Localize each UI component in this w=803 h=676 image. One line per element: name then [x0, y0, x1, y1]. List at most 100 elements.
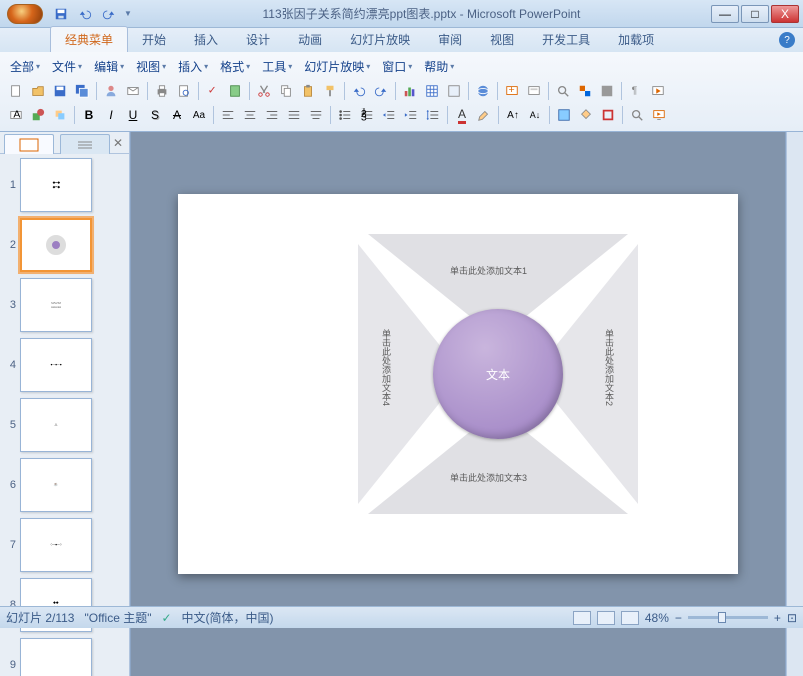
shapes-icon[interactable] — [28, 105, 48, 125]
diagram-label-left[interactable]: 单击此处添加文本4 — [380, 329, 393, 406]
underline-icon[interactable]: U — [123, 105, 143, 125]
fit-window-button[interactable]: ⊡ — [787, 611, 797, 625]
align-center-icon[interactable] — [240, 105, 260, 125]
table-icon[interactable] — [422, 81, 442, 101]
run-icon[interactable] — [648, 81, 668, 101]
zoom-level[interactable]: 48% — [645, 611, 669, 625]
layout-icon[interactable] — [524, 81, 544, 101]
tables-icon[interactable] — [444, 81, 464, 101]
outline-tab[interactable] — [60, 134, 110, 154]
italic-icon[interactable]: I — [101, 105, 121, 125]
thumbnail-slide[interactable]: ◆━◆◆━◆ — [20, 158, 92, 212]
font-color-icon[interactable]: A — [452, 105, 472, 125]
increase-font-icon[interactable]: A↑ — [503, 105, 523, 125]
new-slide-icon[interactable]: + — [502, 81, 522, 101]
show-hide-icon[interactable]: ¶ — [626, 81, 646, 101]
menu-insert[interactable]: 插入▾ — [174, 56, 212, 77]
slide-editor[interactable]: 单击此处添加文本1 单击此处添加文本3 单击此处添加文本4 单击此处添加文本2 … — [130, 132, 786, 676]
tab-view[interactable]: 视图 — [476, 27, 528, 52]
close-button[interactable]: X — [771, 5, 799, 23]
research-icon[interactable] — [225, 81, 245, 101]
menu-tools[interactable]: 工具▾ — [258, 56, 296, 77]
email-icon[interactable] — [123, 81, 143, 101]
strikethrough-icon[interactable]: A — [167, 105, 187, 125]
slides-tab[interactable] — [4, 134, 54, 154]
zoom-slider[interactable] — [688, 616, 768, 619]
change-case-icon[interactable]: Aa — [189, 105, 209, 125]
slide-show-icon[interactable] — [649, 105, 669, 125]
diagram-center-circle[interactable]: 文本 — [433, 309, 563, 439]
thumbnail-slide[interactable] — [20, 218, 92, 272]
menu-all[interactable]: 全部▾ — [6, 56, 44, 77]
menu-view[interactable]: 视图▾ — [132, 56, 170, 77]
thumbnail-slide[interactable]: ▭▭▭▭▭▭ — [20, 278, 92, 332]
tab-classic-menu[interactable]: 经典菜单 — [50, 26, 128, 52]
slideshow-view-button[interactable] — [621, 611, 639, 625]
tab-developer[interactable]: 开发工具 — [528, 27, 604, 52]
tab-insert[interactable]: 插入 — [180, 27, 232, 52]
thumbnail-slide[interactable]: △ — [20, 398, 92, 452]
vertical-scrollbar[interactable] — [786, 132, 803, 676]
help-icon[interactable]: ? — [779, 32, 795, 48]
diagram[interactable]: 单击此处添加文本1 单击此处添加文本3 单击此处添加文本4 单击此处添加文本2 … — [358, 234, 638, 514]
language-status[interactable]: 中文(简体，中国) — [182, 609, 274, 626]
slide-canvas[interactable]: 单击此处添加文本1 单击此处添加文本3 单击此处添加文本4 单击此处添加文本2 … — [178, 194, 738, 574]
quick-styles-icon[interactable] — [554, 105, 574, 125]
menu-edit[interactable]: 编辑▾ — [90, 56, 128, 77]
undo-icon[interactable] — [76, 5, 94, 23]
tab-animate[interactable]: 动画 — [284, 27, 336, 52]
thumbnail-slide[interactable]: ○─●─○ — [20, 518, 92, 572]
normal-view-button[interactable] — [573, 611, 591, 625]
spell-check-icon[interactable]: ✓ — [161, 611, 171, 625]
shape-outline-icon[interactable] — [598, 105, 618, 125]
thumbnail-slide[interactable]: ●─●─● — [20, 338, 92, 392]
save-icon[interactable] — [52, 5, 70, 23]
distributed-icon[interactable] — [306, 105, 326, 125]
thumbnail-slide[interactable] — [20, 638, 92, 676]
tab-home[interactable]: 开始 — [128, 27, 180, 52]
shape-fill-icon[interactable] — [576, 105, 596, 125]
arrange-icon[interactable] — [50, 105, 70, 125]
print-preview-icon[interactable] — [174, 81, 194, 101]
text-box-icon[interactable]: A — [6, 105, 26, 125]
diagram-center-text[interactable]: 文本 — [486, 366, 510, 383]
save-all-icon[interactable] — [72, 81, 92, 101]
bold-icon[interactable]: B — [79, 105, 99, 125]
justify-icon[interactable] — [284, 105, 304, 125]
tab-addins[interactable]: 加载项 — [604, 27, 668, 52]
bullets-icon[interactable] — [335, 105, 355, 125]
find-icon[interactable] — [627, 105, 647, 125]
diagram-label-right[interactable]: 单击此处添加文本2 — [603, 329, 616, 406]
zoom-icon[interactable] — [553, 81, 573, 101]
zoom-out-button[interactable]: − — [675, 611, 682, 625]
save-icon[interactable] — [50, 81, 70, 101]
redo-icon[interactable] — [100, 5, 118, 23]
maximize-button[interactable]: □ — [741, 5, 769, 23]
increase-indent-icon[interactable] — [401, 105, 421, 125]
decrease-indent-icon[interactable] — [379, 105, 399, 125]
align-right-icon[interactable] — [262, 105, 282, 125]
spelling-icon[interactable]: ✓ — [203, 81, 223, 101]
highlight-icon[interactable] — [474, 105, 494, 125]
grayscale-icon[interactable] — [597, 81, 617, 101]
diagram-label-bottom[interactable]: 单击此处添加文本3 — [450, 471, 527, 484]
open-icon[interactable] — [28, 81, 48, 101]
chart-icon[interactable] — [400, 81, 420, 101]
tab-review[interactable]: 审阅 — [424, 27, 476, 52]
print-icon[interactable] — [152, 81, 172, 101]
copy-icon[interactable] — [276, 81, 296, 101]
format-painter-icon[interactable] — [320, 81, 340, 101]
numbering-icon[interactable]: 123 — [357, 105, 377, 125]
shadow-icon[interactable]: S — [145, 105, 165, 125]
menu-help[interactable]: 帮助▾ — [420, 56, 458, 77]
cut-icon[interactable] — [254, 81, 274, 101]
line-spacing-icon[interactable] — [423, 105, 443, 125]
tab-design[interactable]: 设计 — [232, 27, 284, 52]
diagram-label-top[interactable]: 单击此处添加文本1 — [450, 264, 527, 277]
align-left-icon[interactable] — [218, 105, 238, 125]
paste-icon[interactable] — [298, 81, 318, 101]
decrease-font-icon[interactable]: A↓ — [525, 105, 545, 125]
thumbnail-slide[interactable]: ☕ — [20, 458, 92, 512]
zoom-in-button[interactable]: + — [774, 611, 781, 625]
menu-format[interactable]: 格式▾ — [216, 56, 254, 77]
